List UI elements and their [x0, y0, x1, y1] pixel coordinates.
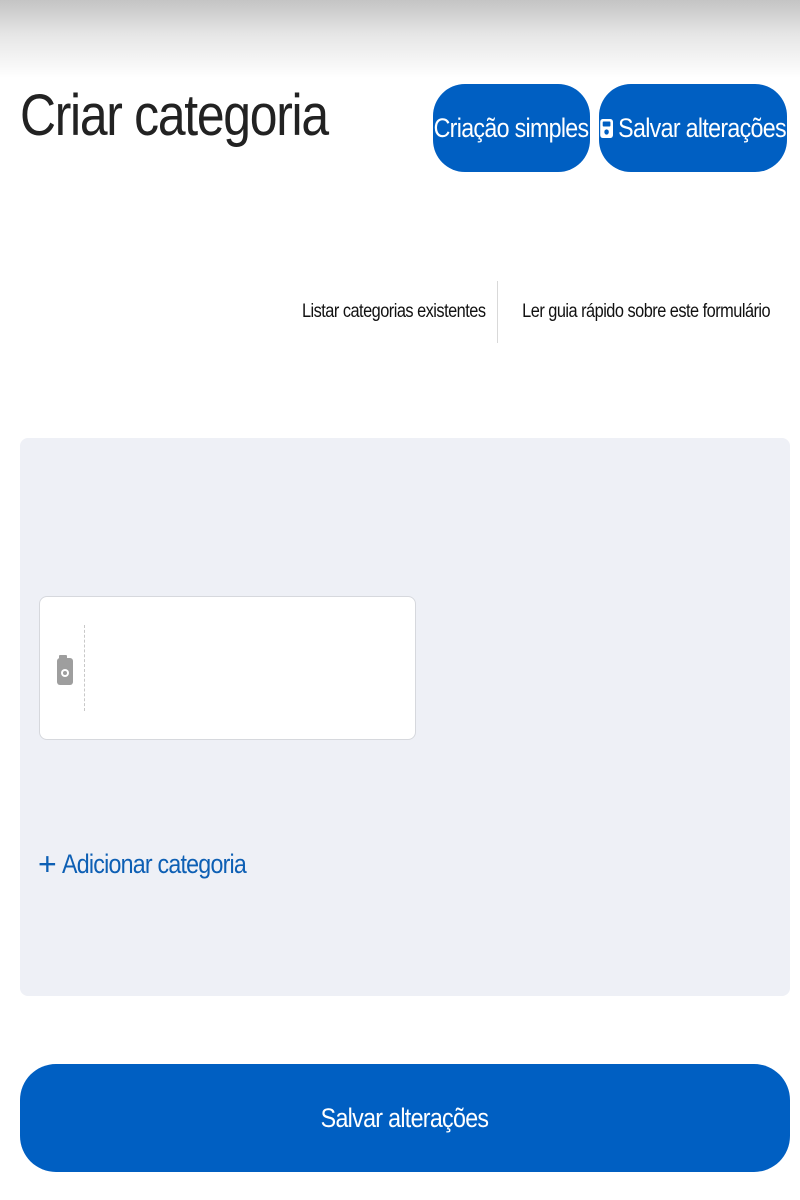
- save-changes-label-top: Salvar alterações: [618, 112, 786, 143]
- list-categories-link[interactable]: Listar categorias existentes: [302, 301, 486, 323]
- save-button-content: Salvar alterações: [600, 112, 787, 144]
- add-category-label: Adicionar categoria: [61, 848, 247, 879]
- top-shadow: [0, 0, 800, 78]
- page-title: Criar categoria: [20, 83, 329, 148]
- category-input-card[interactable]: [39, 596, 416, 740]
- add-category-link[interactable]: + Adicionar categoria: [38, 848, 276, 880]
- input-separator: [84, 625, 85, 711]
- camera-icon[interactable]: [57, 655, 73, 685]
- save-changes-button-top[interactable]: Salvar alterações: [599, 84, 787, 172]
- save-changes-button-bottom[interactable]: Salvar alterações: [20, 1064, 790, 1172]
- plus-icon: +: [38, 846, 57, 882]
- quick-guide-link[interactable]: Ler guia rápido sobre este formulário: [522, 301, 770, 323]
- links-divider: [496, 281, 498, 343]
- simple-creation-label: Criação simples: [434, 112, 590, 143]
- floppy-disk-icon: [600, 118, 614, 138]
- simple-creation-button[interactable]: Criação simples: [433, 84, 590, 172]
- category-form-panel: + Adicionar categoria: [20, 438, 790, 996]
- save-changes-label-bottom: Salvar alterações: [321, 1102, 489, 1133]
- helper-links: Listar categorias existentes Ler guia rá…: [287, 281, 790, 343]
